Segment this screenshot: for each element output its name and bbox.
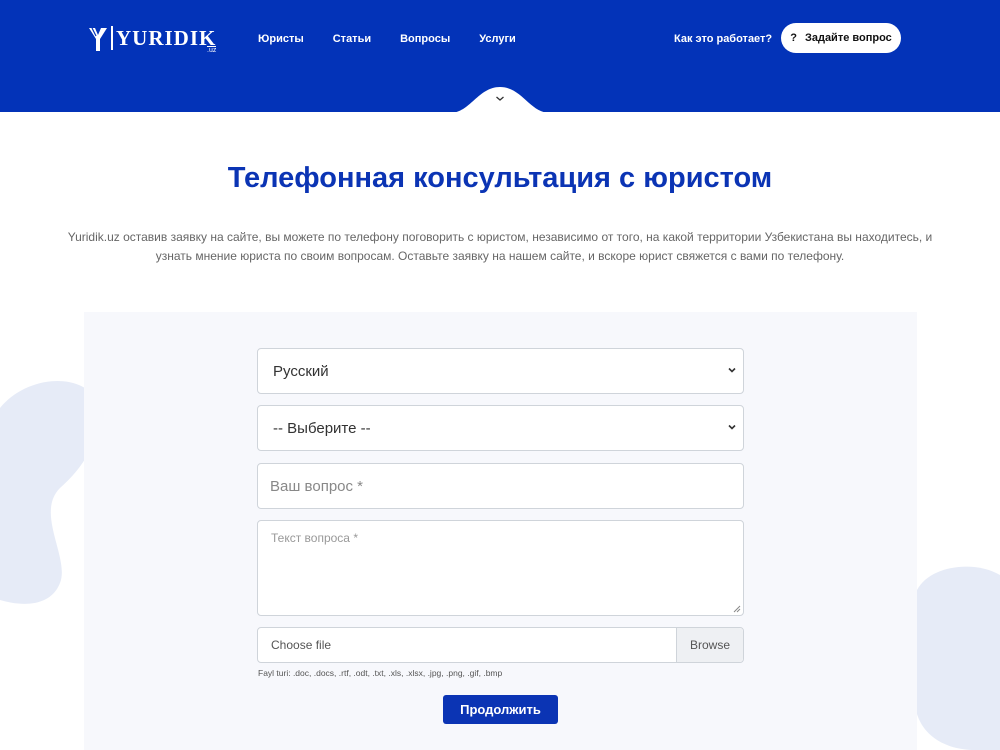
logo-text: YURIDIK .uz [111, 26, 217, 54]
chevron-down-icon [728, 367, 736, 373]
question-title-placeholder: Ваш вопрос * [270, 477, 364, 495]
site-logo[interactable]: YURIDIK .uz [88, 26, 217, 54]
continue-button[interactable]: Продолжить [443, 695, 558, 724]
question-mark-icon: ? [790, 32, 797, 44]
file-upload-label: Choose file [271, 638, 332, 652]
file-upload-input[interactable]: Choose file Browse [257, 627, 744, 663]
nav-services[interactable]: Услуги [479, 32, 516, 46]
question-text-placeholder: Текст вопроса * [271, 531, 358, 545]
how-it-works-link[interactable]: Как это работает? [674, 32, 772, 46]
category-select[interactable]: -- Выберите -- [257, 405, 744, 451]
ask-question-label: Задайте вопрос [804, 32, 892, 44]
question-text-textarea[interactable]: Текст вопроса * [257, 520, 744, 616]
nav-articles[interactable]: Статьи [333, 32, 371, 46]
resize-handle-icon[interactable] [733, 605, 741, 613]
nav-lawyers[interactable]: Юристы [258, 32, 304, 46]
page-title: Телефонная консультация с юристом [227, 162, 773, 194]
category-select-value: -- Выберите -- [273, 419, 371, 437]
page-description: Yuridik.uz оставив заявку на сайте, вы м… [67, 230, 933, 263]
nav-questions[interactable]: Вопросы [400, 32, 450, 46]
question-title-input[interactable]: Ваш вопрос * [257, 463, 744, 509]
ask-question-button[interactable]: ? Задайте вопрос [781, 23, 901, 53]
language-select-value: Русский [273, 362, 329, 380]
chevron-down-icon [728, 424, 736, 430]
logo-domain: .uz [207, 46, 217, 54]
browse-button[interactable]: Browse [676, 628, 743, 662]
main-nav: Юристы Статьи Вопросы Услуги [258, 32, 545, 46]
file-type-hint: Fayl turi: .doc, .docs, .rtf, .odt, .txt… [258, 668, 503, 678]
scroll-down-tab[interactable] [450, 82, 550, 113]
language-select[interactable]: Русский [257, 348, 744, 394]
decorative-blob-right [909, 566, 1000, 750]
logo-name: YURIDIK [116, 26, 217, 50]
logo-y-icon [89, 27, 107, 51]
site-header: YURIDIK .uz Юристы Статьи Вопросы Услуги… [0, 0, 1000, 113]
